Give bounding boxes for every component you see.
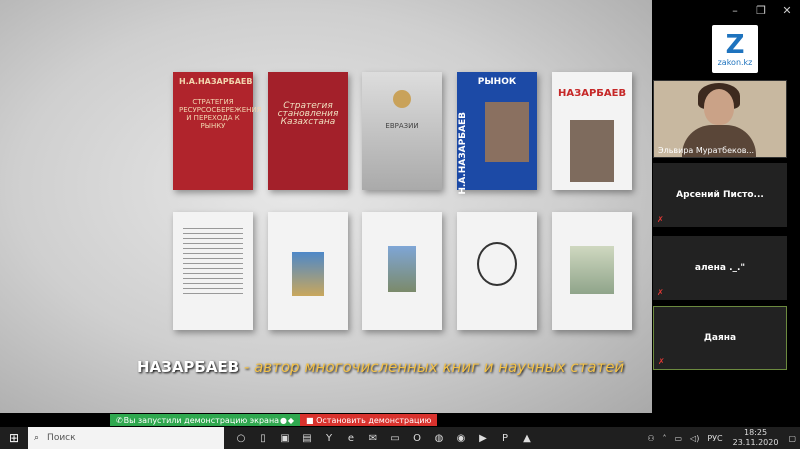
book-cover: ЕВРАЗИИ [362,72,442,190]
participant-tile-active[interactable]: Даяна ✗ [653,306,787,370]
mail-icon[interactable]: ✉ [362,427,384,449]
book-cover: Н.А.НАЗАРБАЕВ СТРАТЕГИЯ РЕСУРСОСБЕРЕЖЕНИ… [173,72,262,190]
book-portrait [485,102,529,162]
share-status-text: Вы запустили демонстрацию экрана [123,415,280,425]
app-icon[interactable]: ◍ [428,427,450,449]
multitask-icon[interactable]: ▯ [252,427,274,449]
edge-icon[interactable]: e [340,427,362,449]
book-illustration [292,252,324,296]
caption-name: НАЗАРБАЕВ [137,358,240,376]
files-icon[interactable]: ▤ [296,427,318,449]
minimize-button[interactable]: – [722,0,748,20]
window-controls: – ❐ ✕ [722,0,800,20]
powerpoint-icon[interactable]: P [494,427,516,449]
share-status: ✆ Вы запустили демонстрацию экрана ● ◆ [110,414,300,426]
participant-name: алена ._." [694,263,746,273]
zakon-logo: Z zakon.kz [712,25,758,73]
phone-icon: ✆ [116,415,123,425]
search-box[interactable]: ⌕ Поиск [28,427,224,449]
participant-name: Эльвира Муратбеков... [658,146,755,155]
book-title: Н.А.НАЗАРБАЕВ [179,77,253,86]
system-tray: ⚇ ˄ ▭ ◁) РУС 18:25 23.11.2020 ▢ [643,427,800,449]
participant-video[interactable]: Эльвира Муратбеков... [653,80,787,158]
book-illustration [570,246,614,294]
store-icon[interactable]: ▣ [274,427,296,449]
shield-icon: ◆ [287,415,294,425]
screen-share-icon[interactable]: ▲ [516,427,538,449]
logo-letter: Z [725,29,745,60]
book-title: РЫНОК [477,77,517,87]
book-subtitle: СТРАТЕГИЯ РЕСУРСОСБЕРЕЖЕНИЯ И ПЕРЕХОДА К… [179,98,262,130]
language-indicator[interactable]: РУС [703,434,726,443]
clock[interactable]: 18:25 23.11.2020 [727,428,785,448]
logo-site: zakon.kz [717,57,753,67]
muted-mic-icon: ✗ [657,288,664,297]
clock-date: 23.11.2020 [732,438,779,447]
restore-button[interactable]: ❐ [748,0,774,20]
book-cover: Стратегия становления Казахстана [268,72,348,190]
book-subtitle: ЕВРАЗИИ [385,122,419,130]
close-button[interactable]: ✕ [774,0,800,20]
book-cover [173,212,253,330]
stop-icon: ■ [306,415,317,425]
search-icon: ⌕ [34,433,40,443]
book-title: НАЗАРБАЕВ [558,88,627,99]
book-subtitle: Стратегия становления Казахстана [277,101,339,127]
slide-caption: НАЗАРБАЕВ - автор многочисленных книг и … [137,358,624,376]
explorer-icon[interactable]: ▭ [384,427,406,449]
taskbar: ⊞ ⌕ Поиск ○ ▯ ▣ ▤ Y e ✉ ▭ O ◍ ◉ ▶ P ▲ ⚇ … [0,427,800,449]
book-cover: РЫНОК Н.А.НАЗАРБАЕВ [457,72,537,195]
caption-text: - автор многочисленных книг и научных ст… [239,358,625,376]
muted-mic-icon: ✗ [657,215,664,224]
yandex-browser-icon[interactable]: Y [318,427,340,449]
book-illustration [183,228,243,298]
participant-tile[interactable]: Арсений Писто... ✗ [653,163,787,227]
opera-icon[interactable]: O [406,427,428,449]
muted-mic-icon: ✗ [658,357,665,366]
chevron-up-icon[interactable]: ˄ [658,434,670,443]
book-illustration [393,90,411,108]
windows-start-icon[interactable]: ⊞ [0,427,28,449]
book-cover [268,212,348,330]
clock-time: 18:25 [744,428,768,437]
mic-icon[interactable]: ● [280,416,287,425]
participant-name: Даяна [703,333,737,343]
participant-name: Арсений Писто... [676,190,764,200]
pinned-apps: ○ ▯ ▣ ▤ Y e ✉ ▭ O ◍ ◉ ▶ P ▲ [230,427,538,449]
book-cover [457,212,537,330]
book-illustration [477,242,517,286]
search-placeholder: Поиск [47,433,76,443]
screen-share-bar: ✆ Вы запустили демонстрацию экрана ● ◆ ■… [110,414,438,426]
book-spine-title: Н.А.НАЗАРБАЕВ [458,112,468,195]
stop-share-button[interactable]: ■ Остановить демонстрацию [300,414,438,426]
notification-icon[interactable]: ▢ [784,434,800,443]
stop-share-label: Остановить демонстрацию [316,415,432,425]
zoom-icon[interactable]: ▶ [472,427,494,449]
task-view-icon[interactable]: ○ [230,427,252,449]
participant-face [704,89,734,125]
chrome-icon[interactable]: ◉ [450,427,472,449]
participant-tile[interactable]: алена ._." ✗ [653,236,787,300]
network-icon[interactable]: ▭ [670,434,686,443]
book-cover: НАЗАРБАЕВ [552,72,632,190]
people-icon[interactable]: ⚇ [643,434,658,443]
book-portrait [570,120,614,182]
shared-screen-content: Н.А.НАЗАРБАЕВ СТРАТЕГИЯ РЕСУРСОСБЕРЕЖЕНИ… [0,0,652,413]
book-cover [362,212,442,330]
volume-icon[interactable]: ◁) [686,434,703,443]
book-cover [552,212,632,330]
book-illustration [388,246,416,292]
